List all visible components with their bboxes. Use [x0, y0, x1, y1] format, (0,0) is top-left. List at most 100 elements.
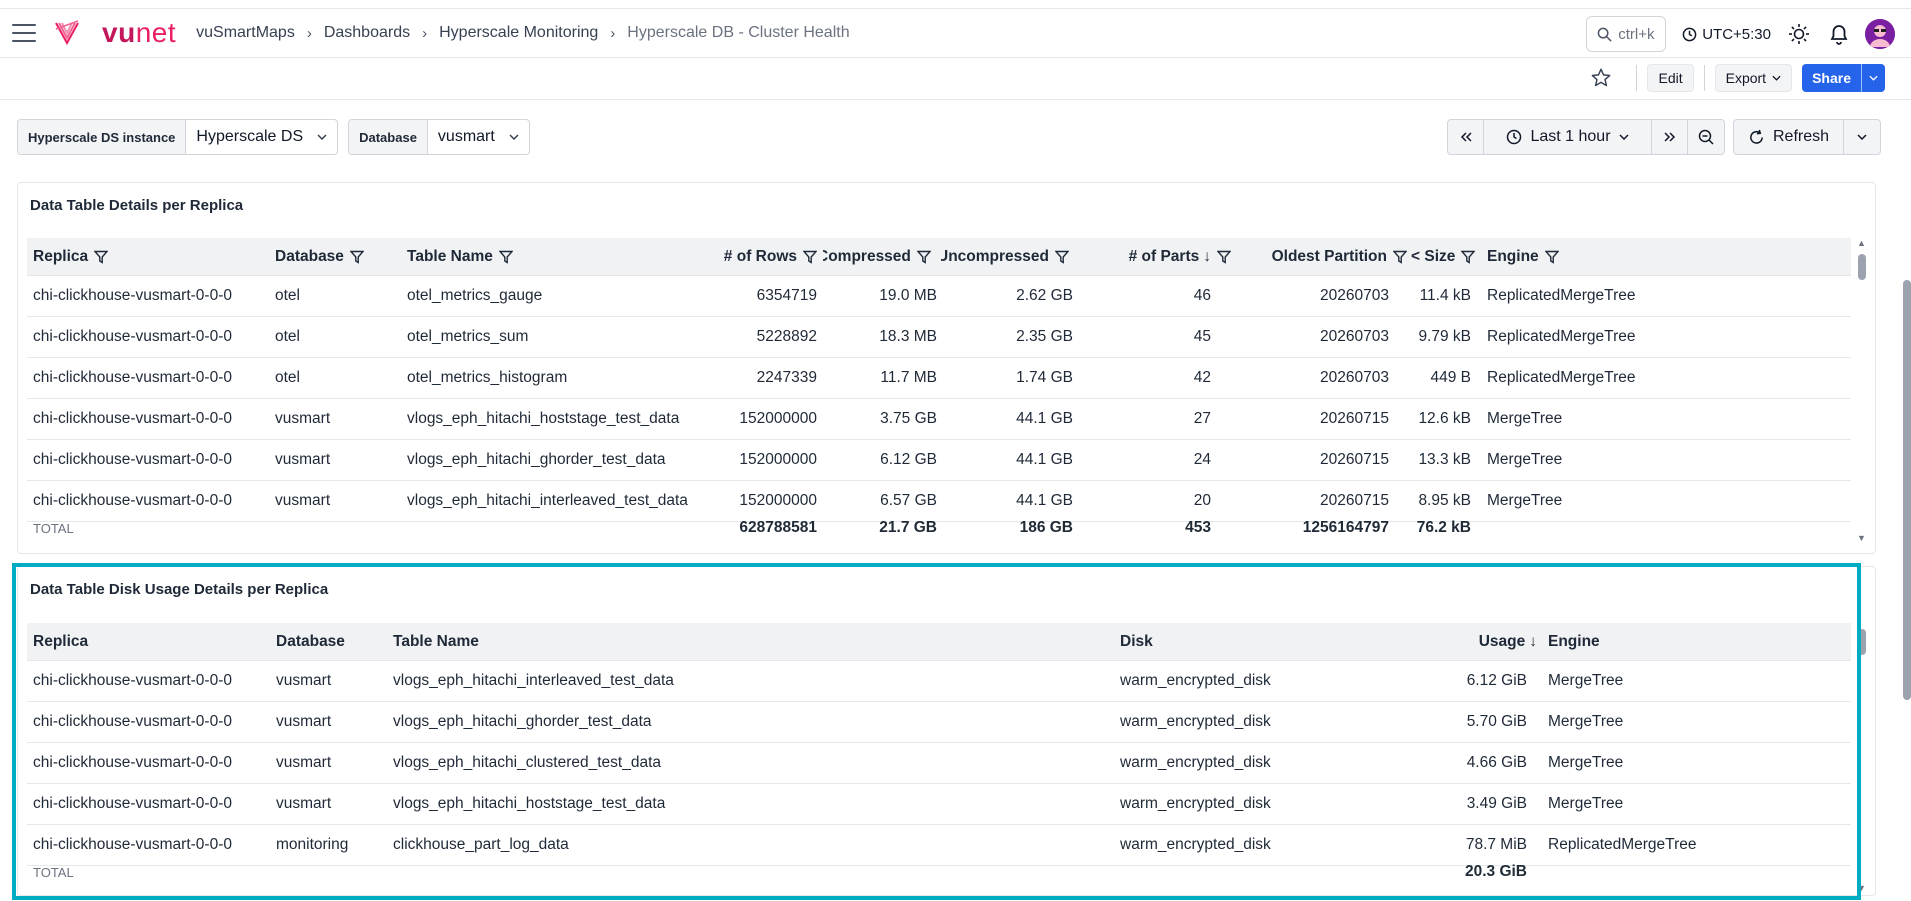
table-row[interactable]: chi-clickhouse-vusmart-0-0-0 otel otel_met…	[27, 317, 1851, 358]
scroll-down-arrow-icon[interactable]: ▼	[1857, 533, 1866, 543]
clock-icon	[1507, 129, 1522, 145]
column-header-engine[interactable]: Engine	[1487, 238, 1607, 275]
column-header-database[interactable]: Database	[276, 623, 376, 660]
column-header-oldest-partition[interactable]: Oldest Partition	[1237, 238, 1407, 275]
refresh-button[interactable]: Refresh	[1734, 120, 1844, 154]
table-row[interactable]: chi-clickhouse-vusmart-0-0-0 vusmart vlogs…	[27, 661, 1851, 702]
zoom-out-button[interactable]	[1688, 120, 1724, 154]
time-back-button[interactable]	[1448, 120, 1484, 154]
filter-icon[interactable]	[1054, 250, 1069, 264]
filter-icon[interactable]	[349, 250, 364, 264]
brand-name: vunet	[102, 17, 176, 49]
cell-database: vusmart	[275, 410, 331, 427]
share-button[interactable]: Share	[1802, 64, 1861, 92]
cell-replica: chi-clickhouse-vusmart-0-0-0	[33, 328, 232, 345]
breadcrumb-current: Hyperscale DB - Cluster Health	[627, 24, 850, 41]
clock-icon	[1682, 27, 1697, 41]
filter-icon[interactable]	[803, 250, 817, 264]
avatar[interactable]	[1865, 19, 1895, 49]
column-header-parts[interactable]: # of Parts ↓	[1087, 238, 1231, 275]
filter-value[interactable]: vusmart	[428, 128, 529, 146]
filter-hyperscale-ds-instance[interactable]: Hyperscale DS instance Hyperscale DS	[17, 119, 339, 155]
cell-compressed: 11.7 MB	[880, 369, 937, 386]
table-row[interactable]: chi-clickhouse-vusmart-0-0-0 otel otel_met…	[27, 358, 1851, 399]
scrollbar-thumb[interactable]	[1858, 254, 1866, 280]
time-forward-button[interactable]	[1652, 120, 1688, 154]
cell-compressed: 3.75 GB	[880, 410, 937, 427]
filter-icon[interactable]	[916, 250, 931, 264]
cell-uncompressed: 2.62 GB	[1016, 287, 1073, 304]
search-button[interactable]: ctrl+k	[1586, 16, 1667, 52]
column-header-label: Compressed	[823, 247, 911, 265]
column-header-engine[interactable]: Engine	[1548, 623, 1648, 660]
cell-uncompressed: 44.1 GB	[1016, 410, 1073, 427]
export-button[interactable]: Export	[1714, 64, 1793, 92]
cell-disk: warm_encrypted_disk	[1120, 672, 1271, 689]
filter-icon[interactable]	[1217, 250, 1231, 264]
timezone-selector[interactable]: UTC+5:30	[1682, 26, 1771, 43]
table-scrollbar[interactable]: ▼	[1855, 623, 1869, 893]
column-header-rows[interactable]: # of Rows	[707, 238, 817, 275]
scroll-down-arrow-icon[interactable]: ▼	[1857, 883, 1866, 893]
filter-label: Hyperscale DS instance	[18, 120, 187, 154]
table-row[interactable]: chi-clickhouse-vusmart-0-0-0 vusmart vlogs…	[27, 702, 1851, 743]
cell-engine: ReplicatedMergeTree	[1487, 328, 1636, 345]
filter-icon[interactable]	[94, 250, 109, 264]
filter-label: Database	[349, 120, 428, 154]
sort-desc-icon[interactable]: ↓	[1203, 248, 1211, 266]
refresh-interval-button[interactable]	[1844, 120, 1880, 154]
table-row[interactable]: chi-clickhouse-vusmart-0-0-0 vusmart vlogs…	[27, 743, 1851, 784]
edit-button[interactable]: Edit	[1647, 64, 1694, 92]
breadcrumb-vusmartmaps[interactable]: vuSmartMaps	[196, 24, 295, 42]
filter-icon[interactable]	[1393, 250, 1407, 264]
column-header-database[interactable]: Database	[275, 238, 395, 275]
table-scrollbar[interactable]: ▲ ▼	[1855, 238, 1869, 543]
breadcrumb-hyperscale-monitoring[interactable]: Hyperscale Monitoring	[439, 24, 598, 42]
time-range-picker[interactable]: Last 1 hour	[1484, 120, 1652, 154]
table-row[interactable]: chi-clickhouse-vusmart-0-0-0 otel otel_met…	[27, 276, 1851, 317]
column-header-label: # of Parts	[1128, 247, 1200, 265]
filter-value[interactable]: Hyperscale DS	[186, 128, 337, 146]
table-row[interactable]: chi-clickhouse-vusmart-0-0-0 vusmart vlogs…	[27, 440, 1851, 481]
table-row[interactable]: chi-clickhouse-vusmart-0-0-0 vusmart vlogs…	[27, 784, 1851, 825]
page-scrollbar-thumb[interactable]	[1903, 280, 1911, 700]
column-header-size[interactable]: < Size	[1411, 238, 1481, 275]
filter-value-text: vusmart	[437, 128, 495, 145]
scrollbar-thumb[interactable]	[1858, 629, 1866, 655]
chevrons-left-icon	[1460, 132, 1472, 142]
cell-uncompressed: 44.1 GB	[1016, 451, 1073, 468]
vunet-logo-icon[interactable]	[54, 19, 80, 47]
filter-database[interactable]: Database vusmart	[348, 119, 530, 155]
filter-icon[interactable]	[498, 250, 513, 264]
column-header-disk[interactable]: Disk	[1120, 623, 1220, 660]
column-header-replica[interactable]: Replica	[33, 238, 223, 275]
favorite-star-icon[interactable]	[1590, 67, 1612, 89]
cell-oldest-partition: 20260715	[1320, 451, 1389, 468]
cell-engine: MergeTree	[1487, 410, 1563, 427]
cell-usage: 6.12 GiB	[1466, 672, 1527, 689]
breadcrumb-dashboards[interactable]: Dashboards	[324, 24, 410, 42]
column-header-label: Usage	[1478, 632, 1526, 650]
theme-toggle-button[interactable]	[1787, 22, 1811, 46]
table-row[interactable]: chi-clickhouse-vusmart-0-0-0 vusmart vlogs…	[27, 399, 1851, 440]
cell-database: otel	[275, 328, 300, 345]
chevron-down-icon	[1772, 75, 1781, 81]
cell-database: vusmart	[276, 795, 332, 812]
column-header-table-name[interactable]: Table Name	[393, 623, 593, 660]
sort-desc-icon[interactable]: ↓	[1529, 633, 1537, 651]
column-header-compressed[interactable]: Compressed	[823, 238, 937, 275]
time-range-group: Last 1 hour	[1447, 119, 1725, 155]
panel-title: Data Table Details per Replica	[30, 197, 244, 214]
filter-value-text: Hyperscale DS	[196, 128, 304, 145]
menu-icon[interactable]	[12, 24, 36, 42]
column-header-replica[interactable]: Replica	[33, 623, 223, 660]
chevron-right-icon: ›	[422, 24, 428, 42]
column-header-table-name[interactable]: Table Name	[407, 238, 607, 275]
column-header-usage[interactable]: Usage ↓	[1427, 623, 1537, 660]
column-header-uncompressed[interactable]: Uncompressed	[941, 238, 1073, 275]
scroll-up-arrow-icon[interactable]: ▲	[1857, 238, 1866, 248]
filter-icon[interactable]	[1461, 250, 1476, 264]
filter-icon[interactable]	[1544, 250, 1559, 264]
share-menu-button[interactable]	[1861, 64, 1885, 92]
notifications-button[interactable]	[1827, 22, 1851, 46]
